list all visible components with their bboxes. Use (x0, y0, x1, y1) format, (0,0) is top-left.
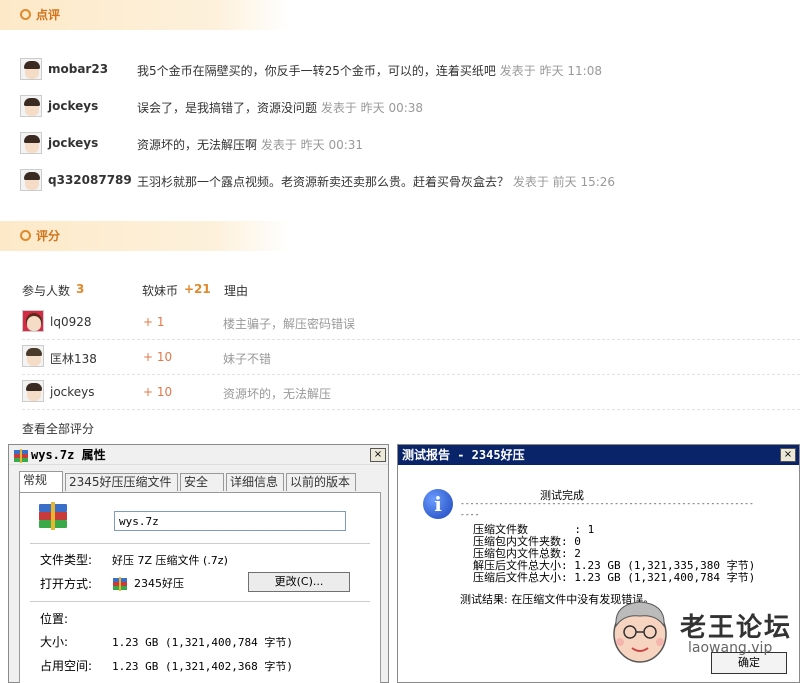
comments-section-header: 点评 (0, 0, 290, 30)
avatar[interactable] (22, 380, 44, 402)
avatar[interactable] (22, 310, 44, 332)
comment-meta: 发表于 昨天 00:31 (260, 138, 364, 152)
avatar[interactable] (20, 58, 42, 80)
participants-label: 参与人数 (22, 284, 71, 298)
watermark-subtitle: laowang.vip (688, 640, 773, 656)
comment-item: jockeys 误会了，是我搞错了，资源没问题 发表于 昨天 00:38 (20, 95, 780, 121)
comment-item: jockeys 资源坏的，无法解压啊 发表于 昨天 00:31 (20, 132, 780, 158)
size-value: 1.23 GB (1,321,400,784 字节) (112, 636, 293, 649)
mascot-logo (613, 601, 667, 663)
rating-row: jockeys + 10 资源坏的，无法解压 (22, 375, 800, 410)
rating-score: + 10 (143, 385, 173, 399)
archive-icon (14, 448, 28, 463)
report-rule: ---- (460, 510, 480, 519)
avatar[interactable] (22, 345, 44, 367)
rating-reason: 资源坏的，无法解压 (223, 387, 332, 401)
comment-user[interactable]: mobar23 (48, 62, 108, 76)
filename-field[interactable] (114, 511, 346, 531)
rating-score: + 1 (143, 315, 165, 329)
tab-previous-versions[interactable]: 以前的版本 (286, 473, 356, 491)
watermark-title: 老王论坛 (680, 613, 793, 643)
size-on-disk-value: 1.23 GB (1,321,402,368 字节) (112, 660, 293, 673)
rating-reason: 妹子不错 (223, 352, 272, 366)
comment-user[interactable]: jockeys (48, 99, 98, 113)
file-type-label: 文件类型: (40, 553, 93, 567)
comment-text: 王羽杉就那一个露点视频。老资源新卖还卖那么贵。赶着买骨灰盒去？ 发表于 前天 1… (137, 175, 616, 189)
close-button[interactable]: × (780, 448, 796, 462)
avatar[interactable] (20, 95, 42, 117)
report-title: 测试报告 - 2345好压 (402, 448, 525, 462)
comment-text: 资源坏的，无法解压啊 发表于 昨天 00:31 (137, 138, 364, 152)
comment-meta: 发表于 昨天 11:08 (499, 64, 602, 78)
properties-titlebar[interactable]: wys.7z 属性 (9, 445, 388, 465)
archive-icon (113, 577, 127, 591)
comment-user[interactable]: jockeys (48, 136, 98, 150)
rating-user[interactable]: lq0928 (50, 315, 92, 329)
info-icon: i (423, 489, 453, 519)
comment-user[interactable]: q332087789 (48, 173, 132, 187)
divider (30, 543, 370, 544)
rating-score: + 10 (143, 350, 173, 364)
comment-text: 误会了，是我搞错了，资源没问题 发表于 昨天 00:38 (137, 101, 424, 115)
avatar[interactable] (20, 132, 42, 154)
avatar[interactable] (20, 169, 42, 191)
rating-row: lq0928 + 1 楼主骗子，解压密码错误 (22, 305, 800, 340)
comment-text: 我5个金币在隔壁买的，你反手一转25个金币，可以的，连着买纸吧 发表于 昨天 1… (137, 64, 602, 78)
report-line: 压缩后文件总大小: 1.23 GB (1,321,400,784 字节) (473, 571, 756, 584)
divider (30, 601, 370, 602)
view-all-ratings-link[interactable]: 查看全部评分 (22, 420, 94, 437)
change-button[interactable]: 更改(C)... (248, 572, 350, 592)
rating-user[interactable]: jockeys (50, 385, 95, 399)
close-button[interactable]: × (370, 448, 386, 462)
size-on-disk-label: 占用空间: (40, 659, 93, 673)
rating-table-header: 参与人数 3 软妹币 +21 理由 (22, 282, 782, 302)
rating-row: 匡林138 + 10 妹子不错 (22, 340, 800, 375)
tab-security[interactable]: 安全 (180, 473, 224, 491)
archive-icon (39, 502, 67, 530)
properties-panel: 文件类型: 好压 7Z 压缩文件 (.7z) 打开方式: 2345好压 更改(C… (19, 492, 381, 683)
tab-archive[interactable]: 2345好压压缩文件 (65, 473, 178, 491)
report-rule: ----------------------------------------… (460, 499, 754, 508)
rating-section-title: 评分 (36, 229, 61, 243)
circle-icon (20, 9, 31, 20)
report-titlebar[interactable]: 测试报告 - 2345好压 (398, 445, 799, 465)
rating-user[interactable]: 匡林138 (50, 350, 97, 367)
open-with-label: 打开方式: (40, 577, 93, 591)
location-label: 位置: (40, 612, 69, 626)
coin-total: +21 (184, 282, 211, 296)
properties-window: wys.7z 属性 × 常规 2345好压压缩文件 安全 详细信息 以前的版本 … (8, 444, 389, 683)
tab-details[interactable]: 详细信息 (226, 473, 284, 491)
comment-meta: 发表于 前天 15:26 (512, 175, 616, 189)
comment-item: q332087789 王羽杉就那一个露点视频。老资源新卖还卖那么贵。赶着买骨灰盒… (20, 169, 780, 195)
properties-title: wys.7z 属性 (31, 448, 106, 462)
rating-reason: 楼主骗子，解压密码错误 (223, 317, 356, 331)
comment-item: mobar23 我5个金币在隔壁买的，你反手一转25个金币，可以的，连着买纸吧 … (20, 58, 780, 84)
open-with-value: 2345好压 (112, 575, 184, 592)
reason-label: 理由 (224, 284, 249, 298)
participants-count: 3 (76, 282, 85, 296)
comments-section-title: 点评 (36, 8, 61, 22)
tab-general[interactable]: 常规 (19, 471, 63, 492)
file-type-value: 好压 7Z 压缩文件 (.7z) (112, 554, 228, 567)
comment-meta: 发表于 昨天 00:38 (320, 101, 424, 115)
coin-label: 软妹币 (142, 284, 179, 298)
size-label: 大小: (40, 635, 69, 649)
rating-section-header: 评分 (0, 221, 290, 251)
circle-icon (20, 230, 31, 241)
